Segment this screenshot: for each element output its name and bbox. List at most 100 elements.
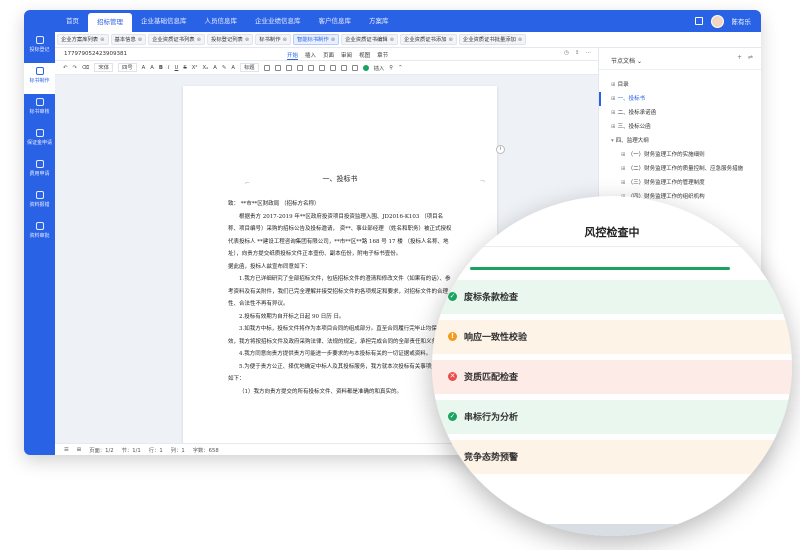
expand-icon[interactable]: ⊞ [611, 124, 616, 130]
font-shrink-icon[interactable]: A [150, 65, 154, 71]
tab-certificate-add[interactable]: 企业资质证书添加 ⊗ [400, 34, 457, 45]
check-item-collusion[interactable]: ✓ 串标行为分析 [432, 400, 792, 434]
tab-certificate-batch-add[interactable]: 企业资质证书批量添加 ⊗ [458, 34, 527, 45]
size-select[interactable]: 四号 [118, 63, 137, 72]
outline-item[interactable]: ⊞ 一、投标书 [599, 92, 761, 106]
outline-item[interactable]: ⊞ 二、投标承诺函 [599, 106, 761, 120]
sidebar-item-fee[interactable]: 费用申请 [24, 156, 55, 187]
redo-icon[interactable]: ↷ [72, 65, 76, 71]
text-color-icon[interactable]: A [213, 65, 217, 71]
nav-company-info[interactable]: 企业基础信息库 [132, 10, 196, 32]
sidebar-item-material-approve[interactable]: 资料审批 [24, 218, 55, 249]
outline-item[interactable]: ⊞ （二）财务监理工作的质量控制、应急服务措施 [599, 162, 761, 176]
menu-page[interactable]: 页面 [323, 51, 334, 60]
tab-bid-make[interactable]: 标书制作 ⊗ [255, 34, 291, 45]
expand-icon[interactable]: ⊞ [611, 110, 616, 116]
expand-icon[interactable]: ⊞ [611, 96, 616, 102]
caret-down-icon[interactable]: ▾ [611, 138, 614, 144]
chevron-down-icon[interactable]: ⌄ [637, 58, 642, 65]
indent-icon[interactable] [329, 64, 336, 71]
more-icon[interactable]: ⋯ [586, 50, 592, 56]
close-icon[interactable]: ⊗ [197, 37, 201, 43]
close-icon[interactable]: ⊗ [100, 37, 104, 43]
strike-icon[interactable]: S [183, 65, 186, 71]
page-body[interactable]: 致： **市**区财政局 （招标方名称） 根据贵方 2017-2019 年**区… [228, 198, 454, 398]
insert-button[interactable]: 插入 [374, 64, 385, 72]
outline-item[interactable]: ⊞ 目录 [599, 78, 761, 92]
undo-icon[interactable]: ↶ [63, 65, 67, 71]
add-icon[interactable]: + [737, 54, 742, 61]
expand-icon[interactable]: ⊞ [621, 152, 626, 158]
swap-icon[interactable]: ⇌ [748, 54, 753, 61]
tab-company-plans[interactable]: 企业方案库列表 ⊗ [57, 34, 109, 45]
grid-icon[interactable]: ⊞ [77, 447, 81, 453]
tab-bid-register-list[interactable]: 投标登记列表 ⊗ [207, 34, 254, 45]
numbered-list-icon[interactable] [318, 64, 325, 71]
close-icon[interactable]: ⊗ [390, 37, 394, 43]
link-icon[interactable]: ⚲ [389, 65, 393, 71]
check-item-consistency[interactable]: ! 响应一致性校验 [432, 320, 792, 354]
justify-icon[interactable] [296, 64, 303, 71]
expand-icon[interactable]: ⊞ [611, 82, 616, 88]
menu-review[interactable]: 审阅 [341, 51, 352, 60]
close-icon[interactable]: ⊗ [283, 37, 287, 43]
nav-home[interactable]: 首页 [57, 10, 88, 32]
check-item-qualification[interactable]: ✕ 资质匹配检查 [432, 360, 792, 394]
sidebar-item-deposit[interactable]: 保证金申请 [24, 125, 55, 156]
close-icon[interactable]: ⊗ [245, 37, 249, 43]
align-left-icon[interactable] [263, 64, 270, 71]
menu-icon[interactable]: ☰ [64, 447, 69, 453]
font-color-icon[interactable]: A [231, 65, 235, 71]
sidebar-item-bid-register[interactable]: 投标登记 [24, 32, 55, 63]
tab-smart-bid-make[interactable]: 智能标书制作 ⊗ [292, 34, 340, 45]
user-name[interactable]: 陈有乐 [732, 16, 752, 26]
check-item-invalid-clause[interactable]: ✓ 废标条款检查 [432, 280, 792, 314]
table-icon[interactable] [340, 64, 347, 71]
list-icon[interactable] [307, 64, 314, 71]
sidebar-item-bid-make[interactable]: 标书制作 [24, 63, 55, 94]
subscript-icon[interactable]: X₂ [203, 65, 209, 71]
fullscreen-icon[interactable] [694, 17, 703, 25]
outline-item[interactable]: ⊞ 三、投标公函 [599, 120, 761, 134]
close-icon[interactable]: ✕ [728, 226, 735, 235]
bold-icon[interactable]: B [159, 65, 163, 71]
superscript-icon[interactable]: X² [192, 65, 198, 71]
tab-certificates[interactable]: 企业资质证书列表 ⊗ [148, 34, 206, 45]
italic-icon[interactable]: I [168, 65, 170, 71]
chevron-up-icon[interactable]: ⌃ [398, 65, 402, 71]
share-icon[interactable]: ⇪ [575, 50, 580, 56]
insert-icon[interactable] [362, 64, 369, 71]
close-icon[interactable]: ⊗ [138, 37, 142, 43]
outline-item[interactable]: ▾ 四、监理大纲 [599, 134, 761, 148]
sidebar-item-bid-review[interactable]: 标书审核 [24, 94, 55, 125]
font-select[interactable]: 宋体 [94, 63, 114, 72]
nav-bid-management[interactable]: 招标管理 [88, 13, 132, 32]
info-icon[interactable]: i [496, 145, 505, 154]
highlight-icon[interactable]: ✎ [222, 65, 226, 71]
menu-insert[interactable]: 插入 [305, 51, 316, 60]
avatar[interactable] [710, 14, 724, 28]
font-grow-icon[interactable]: A [142, 65, 146, 71]
align-right-icon[interactable] [285, 64, 292, 71]
nav-performance[interactable]: 企业业绩信息库 [246, 10, 310, 32]
check-item-competition[interactable]: ! 竞争态势预警 [432, 440, 792, 474]
nav-plans[interactable]: 方案库 [360, 10, 398, 32]
expand-icon[interactable]: ⊞ [621, 166, 626, 172]
close-icon[interactable]: ⊗ [448, 37, 452, 43]
image-icon[interactable] [351, 64, 358, 71]
menu-start[interactable]: 开始 [287, 51, 299, 60]
clock-icon[interactable]: ◷ [564, 50, 569, 56]
tab-certificate-edit[interactable]: 企业资质证书编辑 ⊗ [341, 34, 399, 45]
nav-customers[interactable]: 客户信息库 [310, 10, 361, 32]
menu-view[interactable]: 视图 [359, 51, 370, 60]
close-icon[interactable]: ⊗ [518, 37, 522, 43]
underline-icon[interactable]: U [174, 65, 178, 71]
menu-section[interactable]: 章节 [377, 51, 388, 60]
tab-basic-info[interactable]: 基本信息 ⊗ [110, 34, 147, 45]
heading-select[interactable]: 标题 [239, 63, 259, 72]
expand-icon[interactable]: ⊞ [621, 180, 626, 186]
format-painter-icon[interactable]: ⌫ [82, 65, 90, 71]
outline-item[interactable]: ⊞ （一）财务监理工作的实施细则 [599, 148, 761, 162]
close-icon[interactable]: ⊗ [331, 37, 335, 43]
align-center-icon[interactable] [274, 64, 281, 71]
